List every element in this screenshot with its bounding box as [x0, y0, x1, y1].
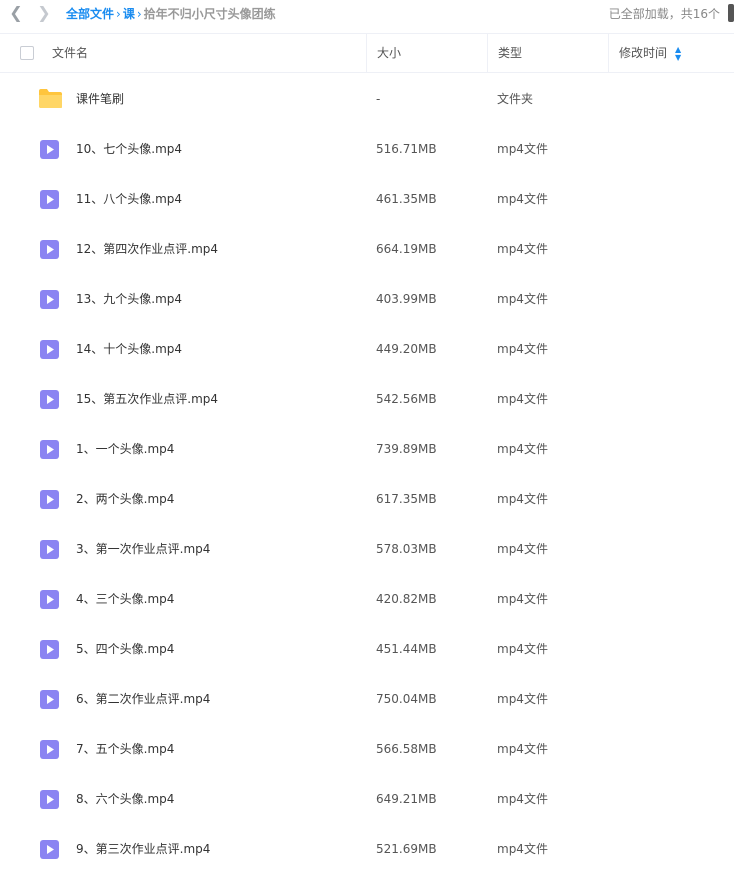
file-row[interactable]: 6、第二次作业点评.mp4 750.04MB mp4文件 [0, 674, 734, 724]
file-row[interactable]: 3、第一次作业点评.mp4 578.03MB mp4文件 [0, 524, 734, 574]
column-header-size[interactable]: 大小 [366, 34, 497, 72]
file-type: mp4文件 [497, 492, 548, 506]
file-size: 566.58MB [376, 742, 437, 756]
file-name[interactable]: 4、三个头像.mp4 [76, 574, 174, 624]
file-type: mp4文件 [497, 192, 548, 206]
video-file-icon [40, 490, 59, 509]
video-file-icon [40, 190, 59, 209]
file-name[interactable]: 5、四个头像.mp4 [76, 624, 174, 674]
top-bar: ❮ ❯ 全部文件 › 课 › 拾年不归小尺寸头像团练 已全部加载，共16个 [0, 0, 734, 26]
column-header-time[interactable]: 修改时间 ▲ ▼ [608, 34, 734, 72]
video-file-icon [40, 340, 59, 359]
file-type: mp4文件 [497, 592, 548, 606]
file-row[interactable]: 2、两个头像.mp4 617.35MB mp4文件 [0, 474, 734, 524]
file-size: 664.19MB [376, 242, 437, 256]
file-size: 420.82MB [376, 592, 437, 606]
breadcrumb-root[interactable]: 全部文件 [66, 7, 114, 21]
file-row[interactable]: 11、八个头像.mp4 461.35MB mp4文件 [0, 174, 734, 224]
file-size: 649.21MB [376, 792, 437, 806]
file-size: 578.03MB [376, 542, 437, 556]
load-status: 已全部加载，共16个 [608, 7, 720, 21]
file-size: 449.20MB [376, 342, 437, 356]
breadcrumb: 全部文件 › 课 › 拾年不归小尺寸头像团练 [66, 5, 276, 22]
file-type: mp4文件 [497, 442, 548, 456]
file-size: 542.56MB [376, 392, 437, 406]
file-row[interactable]: 5、四个头像.mp4 451.44MB mp4文件 [0, 624, 734, 674]
file-type: mp4文件 [497, 392, 548, 406]
breadcrumb-separator: › [136, 7, 142, 21]
file-name[interactable]: 6、第二次作业点评.mp4 [76, 674, 210, 724]
file-row[interactable]: 12、第四次作业点评.mp4 664.19MB mp4文件 [0, 224, 734, 274]
breadcrumb-separator: › [116, 7, 121, 21]
video-file-icon [40, 390, 59, 409]
video-file-icon [40, 540, 59, 559]
video-file-icon [40, 740, 59, 759]
breadcrumb-level1[interactable]: 课 [123, 7, 135, 21]
file-row[interactable]: 1、一个头像.mp4 739.89MB mp4文件 [0, 424, 734, 474]
file-type: mp4文件 [497, 692, 548, 706]
file-row[interactable]: 13、九个头像.mp4 403.99MB mp4文件 [0, 274, 734, 324]
file-type: mp4文件 [497, 742, 548, 756]
video-file-icon [40, 640, 59, 659]
file-name[interactable]: 10、七个头像.mp4 [76, 124, 182, 174]
file-name[interactable]: 2、两个头像.mp4 [76, 474, 174, 524]
file-type: mp4文件 [497, 542, 548, 556]
video-file-icon [40, 590, 59, 609]
column-header-time-label: 修改时间 [619, 46, 668, 60]
file-name[interactable]: 8、六个头像.mp4 [76, 774, 174, 824]
file-row[interactable]: 8、六个头像.mp4 649.21MB mp4文件 [0, 774, 734, 824]
file-row[interactable]: 7、五个头像.mp4 566.58MB mp4文件 [0, 724, 734, 774]
file-row[interactable]: 15、第五次作业点评.mp4 542.56MB mp4文件 [0, 374, 734, 424]
breadcrumb-current: 拾年不归小尺寸头像团练 [143, 7, 276, 21]
file-size: 516.71MB [376, 142, 437, 156]
file-size: 461.35MB [376, 192, 437, 206]
video-file-icon [40, 290, 59, 309]
file-name[interactable]: 3、第一次作业点评.mp4 [76, 524, 210, 574]
file-name[interactable]: 15、第五次作业点评.mp4 [76, 374, 218, 424]
file-row[interactable]: 10、七个头像.mp4 516.71MB mp4文件 [0, 124, 734, 174]
file-type: mp4文件 [497, 642, 548, 656]
sort-icon[interactable]: ▲ ▼ [675, 45, 681, 62]
chevron-left-icon[interactable]: ❮ [6, 3, 26, 23]
file-type: mp4文件 [497, 292, 548, 306]
file-name[interactable]: 14、十个头像.mp4 [76, 324, 182, 374]
file-type: mp4文件 [497, 242, 548, 256]
column-header-name[interactable]: 文件名 [52, 34, 88, 72]
video-file-icon [40, 240, 59, 259]
file-size: 739.89MB [376, 442, 437, 456]
video-file-icon [40, 790, 59, 809]
file-size: - [376, 92, 381, 106]
folder-icon [39, 89, 62, 108]
file-name[interactable]: 12、第四次作业点评.mp4 [76, 224, 218, 274]
file-name[interactable]: 11、八个头像.mp4 [76, 174, 182, 224]
chevron-right-icon[interactable]: ❯ [34, 3, 54, 23]
file-size: 750.04MB [376, 692, 437, 706]
file-type: 文件夹 [497, 92, 534, 106]
file-size: 451.44MB [376, 642, 437, 656]
file-list: 课件笔刷 - 文件夹 10、七个头像.mp4 516.71MB mp4文件 11、八个头像.… [0, 74, 734, 874]
file-name[interactable]: 7、五个头像.mp4 [76, 724, 174, 774]
file-name[interactable]: 1、一个头像.mp4 [76, 424, 174, 474]
file-name[interactable]: 13、九个头像.mp4 [76, 274, 182, 324]
file-name[interactable]: 课件笔刷 [76, 74, 124, 124]
column-header-type[interactable]: 类型 [487, 34, 618, 72]
video-file-icon [40, 440, 59, 459]
file-list-header: 文件名 大小 类型 修改时间 ▲ ▼ [0, 33, 734, 73]
file-size: 617.35MB [376, 492, 437, 506]
file-type: mp4文件 [497, 792, 548, 806]
video-file-icon [40, 690, 59, 709]
file-size: 403.99MB [376, 292, 437, 306]
file-row[interactable]: 14、十个头像.mp4 449.20MB mp4文件 [0, 324, 734, 374]
video-file-icon [40, 140, 59, 159]
select-all-checkbox[interactable] [20, 46, 34, 60]
file-type: mp4文件 [497, 142, 548, 156]
scrollbar-thumb[interactable] [728, 4, 734, 22]
file-row[interactable]: 课件笔刷 - 文件夹 [0, 74, 734, 124]
file-row[interactable]: 4、三个头像.mp4 420.82MB mp4文件 [0, 574, 734, 624]
video-file-icon [40, 840, 59, 859]
file-type: mp4文件 [497, 342, 548, 356]
